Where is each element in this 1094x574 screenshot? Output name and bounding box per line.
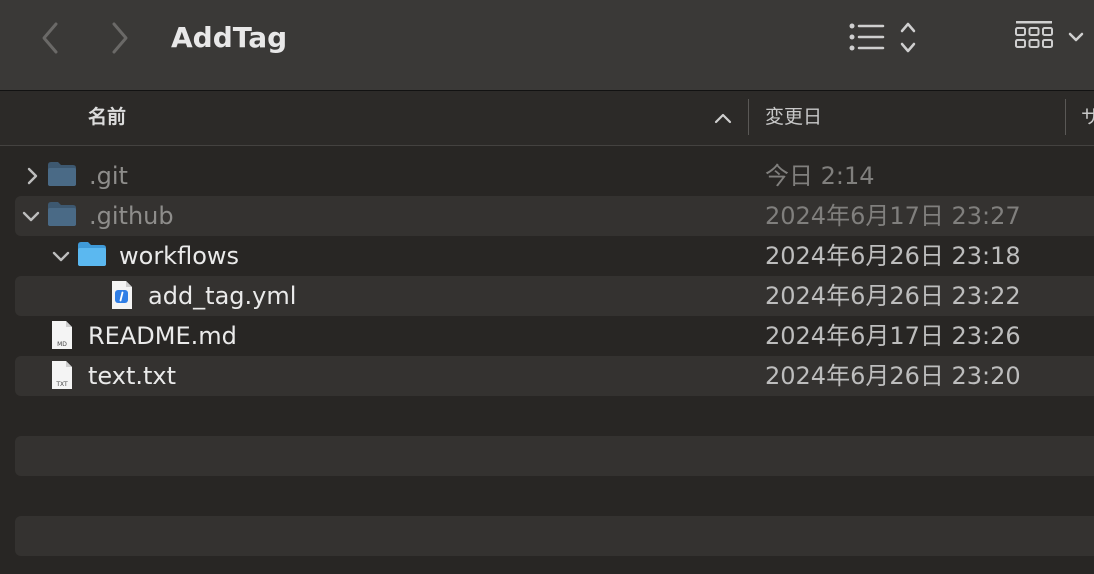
file-row[interactable]: workflows 2024年6月26日 23:18 — [15, 236, 1094, 276]
list-view-icon — [849, 22, 916, 53]
chevron-left-icon — [42, 22, 58, 54]
column-header-date[interactable]: 変更日 — [765, 91, 822, 145]
file-date: 2024年6月17日 23:27 — [765, 202, 1021, 230]
file-date: 2024年6月17日 23:26 — [765, 322, 1021, 350]
file-date: 今日 2:14 — [765, 162, 875, 190]
file-name: .github — [89, 202, 174, 230]
chevron-right-icon — [112, 22, 128, 54]
toolbar: AddTag — [0, 0, 1094, 91]
file-badge: MD — [57, 341, 67, 348]
column-header-row: 名前 変更日 サ — [0, 91, 1094, 146]
empty-row — [15, 516, 1094, 556]
view-mode-button[interactable] — [846, 20, 926, 56]
file-date: 2024年6月26日 23:18 — [765, 242, 1021, 270]
window-title: AddTag — [171, 21, 288, 54]
file-badge: TXT — [55, 381, 68, 388]
column-header-size[interactable]: サ — [1081, 91, 1094, 145]
back-button[interactable] — [30, 18, 70, 58]
file-row[interactable]: .github 2024年6月17日 23:27 — [15, 196, 1094, 236]
disclosure-expanded-icon[interactable] — [51, 246, 71, 266]
column-header-name[interactable]: 名前 — [88, 91, 126, 145]
folder-icon — [48, 202, 76, 226]
disclosure-expanded-icon[interactable] — [21, 206, 41, 226]
file-name: .git — [89, 162, 128, 190]
folder-icon — [78, 242, 106, 266]
file-row[interactable]: MD README.md 2024年6月17日 23:26 — [15, 316, 1094, 356]
txt-file-icon: TXT — [52, 361, 72, 389]
empty-row — [15, 436, 1094, 476]
file-row[interactable]: add_tag.yml 2024年6月26日 23:22 — [15, 276, 1094, 316]
file-name: add_tag.yml — [148, 282, 297, 310]
file-name: README.md — [88, 322, 237, 350]
folder-icon — [48, 162, 76, 186]
file-row[interactable]: TXT text.txt 2024年6月26日 23:20 — [15, 356, 1094, 396]
group-button[interactable] — [1012, 18, 1094, 58]
column-divider[interactable] — [748, 99, 749, 135]
file-name: workflows — [119, 242, 240, 270]
group-grid-icon — [1015, 21, 1084, 48]
sort-ascending-icon[interactable] — [712, 109, 734, 127]
forward-button[interactable] — [100, 18, 140, 58]
column-divider[interactable] — [1065, 99, 1066, 135]
file-row[interactable]: .git 今日 2:14 — [15, 156, 1094, 196]
md-file-icon: MD — [52, 321, 72, 349]
file-date: 2024年6月26日 23:20 — [765, 362, 1021, 390]
yml-file-icon — [112, 281, 132, 309]
file-date: 2024年6月26日 23:22 — [765, 282, 1021, 310]
file-name: text.txt — [88, 362, 177, 390]
disclosure-collapsed-icon[interactable] — [22, 166, 42, 186]
